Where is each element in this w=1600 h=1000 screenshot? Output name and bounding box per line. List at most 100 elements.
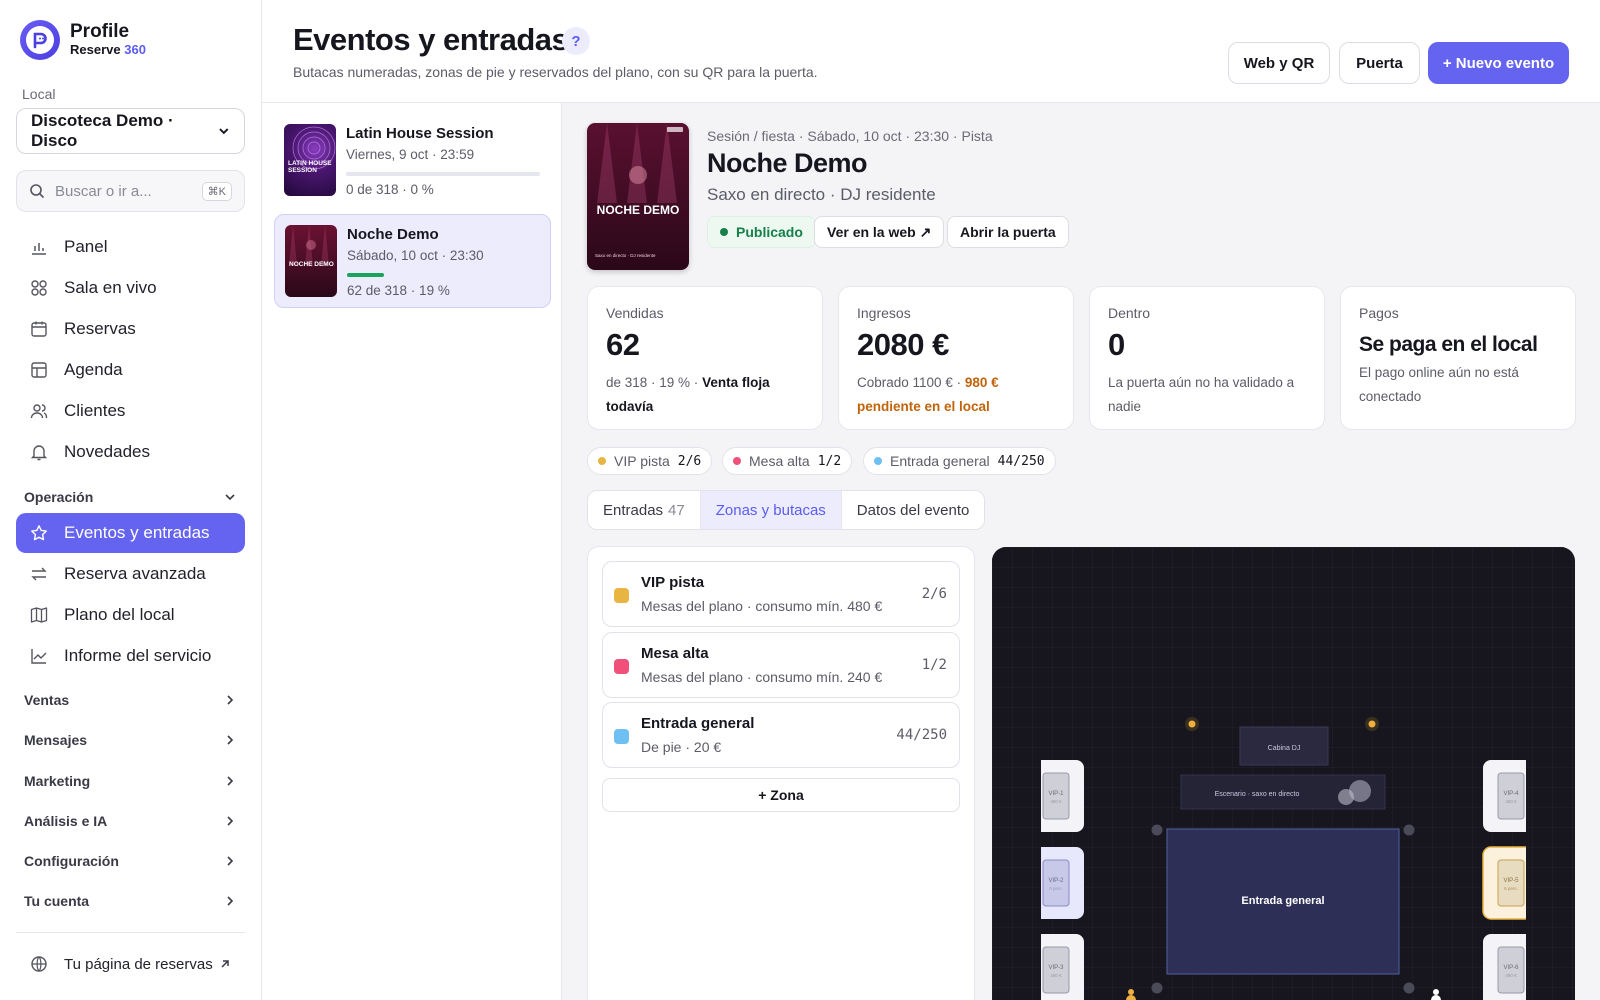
sidebar-item-agenda[interactable]: Agenda: [16, 350, 245, 390]
vip-table-2[interactable]: VIP-2 0 pers.: [1041, 847, 1084, 919]
svg-text:VIP-4: VIP-4: [1503, 791, 1519, 797]
status-badge: Publicado: [707, 216, 816, 248]
stage-label: Escenario · saxo en directo: [1215, 791, 1300, 798]
stat-note: El pago online aún no está conectado: [1359, 365, 1519, 404]
pillar: [1403, 982, 1415, 994]
stage-light-right: [1365, 717, 1379, 731]
sidebar-item-label: Reservas: [64, 319, 136, 338]
sidebar-item-sala[interactable]: Sala en vivo: [16, 268, 245, 308]
new-event-button[interactable]: + Nuevo evento: [1428, 42, 1569, 84]
stat-card-inside: Dentro 0 La puerta aún no ha validado a …: [1089, 286, 1325, 430]
open-door-button[interactable]: Abrir la puerta: [947, 216, 1069, 248]
sales-progress-fill: [347, 273, 384, 277]
search-input[interactable]: Buscar o ir a... ⌘K: [16, 170, 245, 212]
users-icon: [30, 402, 48, 420]
sales-progress-bar: [346, 172, 540, 176]
zone-row-general[interactable]: Entrada general De pie · 20 € 44/250: [602, 702, 960, 768]
sidebar-item-label: Panel: [64, 237, 108, 256]
stat-card-payments: Pagos Se paga en el local El pago online…: [1340, 286, 1576, 430]
brand-name: Profile: [70, 21, 130, 42]
sidebar-item-eventos[interactable]: Eventos y entradas: [16, 513, 245, 553]
zone-chip-vip: VIP pista 2/6: [587, 447, 713, 475]
event-title: Noche Demo: [707, 148, 868, 178]
zones-panel: VIP pista Mesas del plano · consumo mín.…: [587, 546, 975, 1000]
external-link-icon: [221, 960, 229, 968]
sidebar-item-label: Agenda: [64, 360, 123, 379]
add-zone-button[interactable]: + Zona: [602, 778, 960, 812]
sidebar-item-label: Eventos y entradas: [64, 523, 210, 542]
event-name: Latin House Session: [346, 125, 494, 142]
chevron-right-icon: [227, 776, 234, 786]
section-analisis[interactable]: Análisis e IA: [24, 813, 236, 829]
section-operacion[interactable]: Operación: [24, 489, 236, 505]
vip-table-1[interactable]: VIP-1 480 €: [1041, 760, 1084, 832]
map-icon: [30, 606, 48, 624]
sidebar-divider: [16, 932, 245, 933]
tab-entradas[interactable]: Entradas 47: [588, 491, 701, 529]
venue-select[interactable]: Discoteca Demo · Disco: [16, 108, 245, 154]
section-tu-cuenta[interactable]: Tu cuenta: [24, 893, 236, 909]
vip-table-6[interactable]: VIP-6 480 €: [1483, 934, 1526, 1000]
section-mensajes[interactable]: Mensajes: [24, 732, 236, 748]
globe-icon: [30, 955, 48, 973]
web-qr-button[interactable]: Web y QR: [1228, 42, 1330, 84]
stat-value: Se paga en el local: [1359, 333, 1538, 356]
stat-value: 2080 €: [857, 327, 949, 362]
event-meta: Sesión / fiesta · Sábado, 10 oct · 23:30…: [707, 128, 993, 144]
stage-light-left: [1185, 717, 1199, 731]
search-icon: [30, 184, 45, 199]
chevron-right-icon: [227, 856, 234, 866]
venue-label: Local: [22, 86, 56, 102]
pillar: [1151, 824, 1163, 836]
stat-note: La puerta aún no ha validado a nadie: [1108, 375, 1295, 414]
chevron-down-icon: [219, 128, 229, 135]
sidebar-item-label: Plano del local: [64, 605, 175, 624]
vip-table-4[interactable]: VIP-4 480 €: [1483, 760, 1526, 832]
booking-page-link[interactable]: Tu página de reservas: [16, 944, 245, 984]
brand[interactable]: Profile Reserve 360: [20, 20, 146, 60]
shortcut-badge: ⌘K: [201, 181, 232, 201]
sidebar-item-reserva-avanzada[interactable]: Reserva avanzada: [16, 554, 245, 594]
section-ventas[interactable]: Ventas: [24, 692, 236, 708]
sidebar-item-novedades[interactable]: Novedades: [16, 432, 245, 472]
tab-datos[interactable]: Datos del evento: [842, 491, 985, 529]
calendar-icon: [30, 320, 48, 338]
sidebar-item-reservas[interactable]: Reservas: [16, 309, 245, 349]
poster-subtitle: Saxo en directo · DJ residente: [595, 253, 656, 258]
sidebar: Profile Reserve 360 Local Discoteca Demo…: [0, 0, 262, 1000]
grid-icon: [30, 279, 48, 297]
sidebar-item-informe[interactable]: Informe del servicio: [16, 636, 245, 676]
sales-progress-bar: [347, 273, 541, 277]
sidebar-item-plano[interactable]: Plano del local: [16, 595, 245, 635]
chevron-right-icon: [227, 695, 234, 705]
chevron-right-icon: [227, 735, 234, 745]
stat-card-sold: Vendidas 62 de 318 · 19 % · Venta floja …: [587, 286, 823, 430]
vip-table-5[interactable]: VIP-5 6 pers.: [1482, 846, 1526, 920]
tab-zonas[interactable]: Zonas y butacas: [700, 491, 842, 529]
door-button[interactable]: Puerta: [1339, 42, 1420, 84]
chart-icon: [30, 238, 48, 256]
page-subtitle: Butacas numeradas, zonas de pie y reserv…: [293, 64, 818, 80]
event-name: Noche Demo: [347, 226, 439, 243]
section-marketing[interactable]: Marketing: [24, 773, 236, 789]
floor-plan-map[interactable]: Cabina DJ Escenario · saxo en directo En…: [992, 547, 1575, 1000]
event-card-latin-house[interactable]: LATIN HOUSE SESSION Latin House Session …: [274, 114, 551, 208]
view-web-button[interactable]: Ver en la web ↗: [814, 216, 945, 248]
zone-row-mesa[interactable]: Mesa alta Mesas del plano · consumo mín.…: [602, 632, 960, 698]
sidebar-item-label: Reserva avanzada: [64, 564, 206, 583]
event-card-noche-demo[interactable]: NOCHE DEMO Noche Demo Sábado, 10 oct · 2…: [274, 214, 551, 308]
zone-color-swatch: [614, 588, 629, 603]
svg-text:VIP-6: VIP-6: [1503, 965, 1519, 971]
detail-tabs: Entradas 47 Zonas y butacas Datos del eve…: [587, 490, 986, 530]
help-button[interactable]: ?: [562, 27, 590, 55]
sidebar-item-clientes[interactable]: Clientes: [16, 391, 245, 431]
logo-icon: [20, 20, 60, 60]
zone-row-vip[interactable]: VIP pista Mesas del plano · consumo mín.…: [602, 561, 960, 627]
thumbnail-title: LATIN HOUSE SESSION: [288, 160, 332, 174]
event-sales: 62 de 318 · 19 %: [347, 283, 450, 298]
sidebar-item-panel[interactable]: Panel: [16, 227, 245, 267]
vip-table-3[interactable]: VIP-3 480 €: [1041, 934, 1084, 1000]
section-configuracion[interactable]: Configuración: [24, 853, 236, 869]
sidebar-item-label: Novedades: [64, 442, 151, 461]
svg-text:VIP-3: VIP-3: [1048, 965, 1064, 971]
